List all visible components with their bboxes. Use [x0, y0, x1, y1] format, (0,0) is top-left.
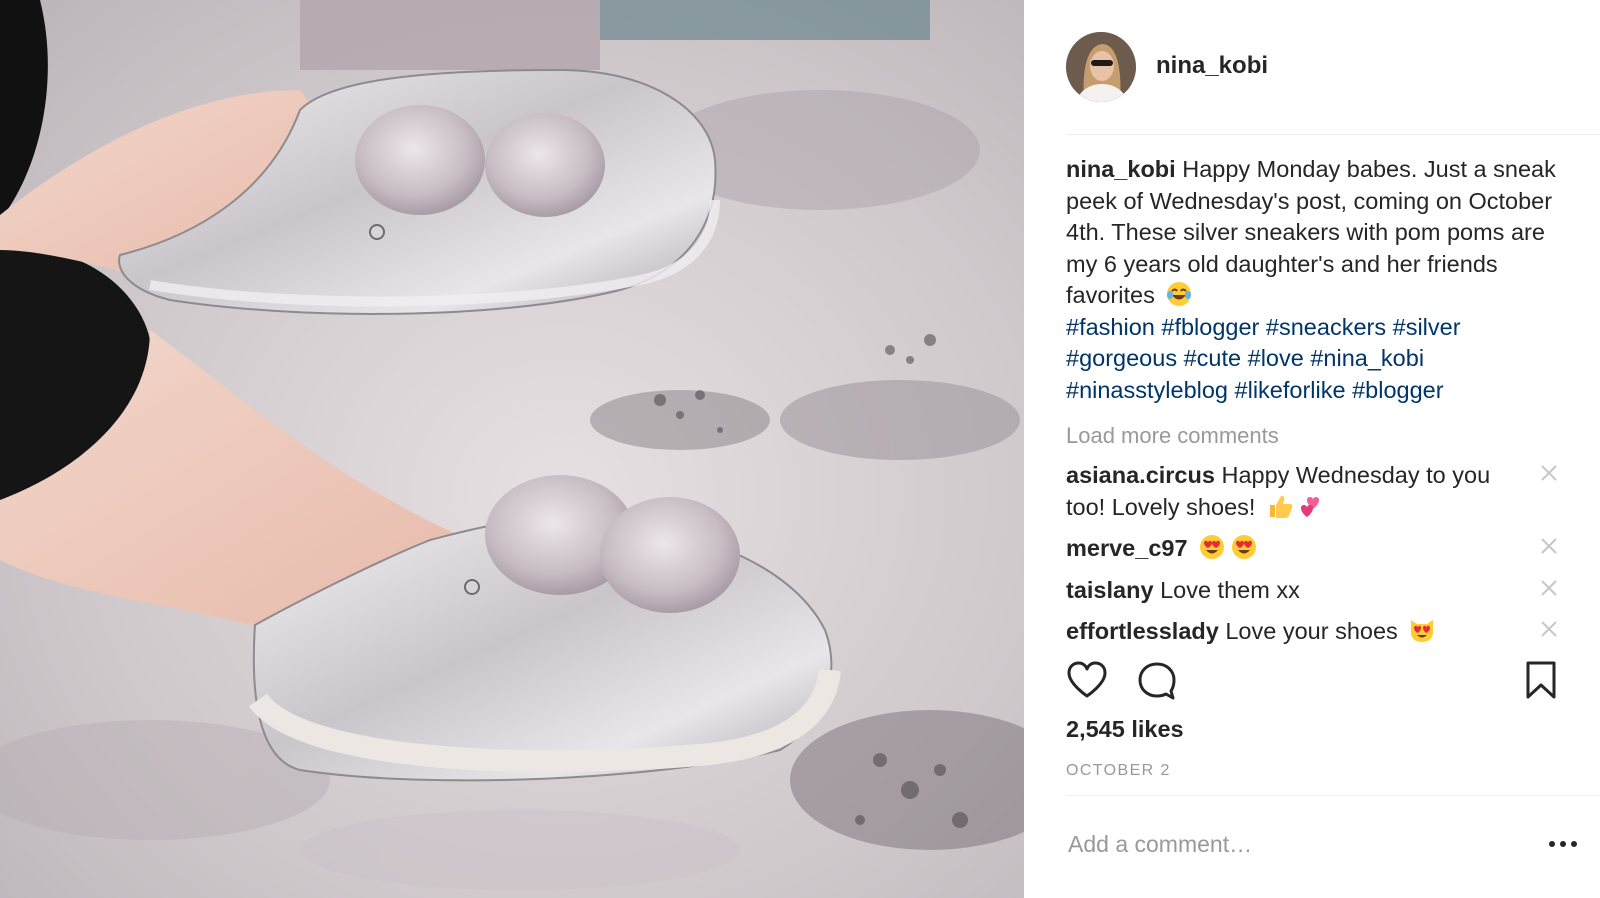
more-options-icon[interactable]: [1546, 836, 1580, 852]
heart-eyes-cat-emoji: [1411, 620, 1434, 642]
action-bar: [1066, 660, 1600, 710]
heart-icon[interactable]: [1066, 660, 1108, 700]
comment-item: effortlesslady Love your shoes: [1066, 616, 1566, 647]
comment-username[interactable]: taislany: [1066, 577, 1154, 603]
likes-count[interactable]: 2,545 likes: [1066, 716, 1184, 743]
load-more-comments-link[interactable]: Load more comments: [1066, 416, 1566, 456]
close-icon[interactable]: [1538, 462, 1560, 484]
close-icon[interactable]: [1538, 618, 1560, 640]
comment-username[interactable]: effortlesslady: [1066, 618, 1219, 644]
header-divider: [1066, 134, 1600, 135]
comment-item: asiana.circus Happy Wednesday to you too…: [1066, 460, 1566, 523]
post-header: nina_kobi: [1066, 30, 1600, 104]
comments-list[interactable]: nina_kobi Happy Monday babes. Just a sne…: [1066, 150, 1566, 647]
avatar[interactable]: [1066, 32, 1136, 102]
comment-item: taislany Love them xx: [1066, 575, 1566, 607]
hashtag[interactable]: #gorgeous: [1066, 345, 1177, 371]
comment-icon[interactable]: [1136, 660, 1178, 702]
hashtag[interactable]: #fblogger: [1161, 314, 1259, 340]
post-caption: nina_kobi Happy Monday babes. Just a sne…: [1066, 154, 1566, 406]
comment-text: Love them xx: [1160, 576, 1300, 603]
close-icon[interactable]: [1538, 577, 1560, 599]
post-sidebar: nina_kobi nina_kobi Happy Monday babes. …: [1024, 0, 1600, 898]
bookmark-icon[interactable]: [1524, 660, 1558, 700]
post-date: OCTOBER 2: [1066, 762, 1171, 779]
caption-username[interactable]: nina_kobi: [1066, 156, 1176, 182]
instagram-post: nina_kobi nina_kobi Happy Monday babes. …: [0, 0, 1600, 898]
post-username[interactable]: nina_kobi: [1156, 52, 1268, 80]
comment-username[interactable]: merve_c97: [1066, 535, 1188, 561]
comment-text: Love your shoes: [1225, 618, 1398, 644]
sneakers-photo: [0, 0, 1024, 898]
hashtag[interactable]: #nina_kobi: [1310, 345, 1424, 371]
hashtag[interactable]: #blogger: [1352, 377, 1443, 403]
close-icon[interactable]: [1538, 535, 1560, 557]
hashtag[interactable]: #fashion: [1066, 314, 1155, 340]
hashtag[interactable]: #sneackers: [1266, 314, 1386, 340]
face-with-tears-of-joy-emoji: [1167, 282, 1192, 306]
hashtag[interactable]: #silver: [1393, 314, 1461, 340]
comment-username[interactable]: asiana.circus: [1066, 462, 1215, 488]
hashtag[interactable]: #likeforlike: [1235, 377, 1346, 403]
hearts-emoji: [1300, 496, 1319, 517]
hashtag[interactable]: #ninasstyleblog: [1066, 377, 1228, 403]
heart-eyes-emoji: [1200, 535, 1225, 559]
post-photo[interactable]: [0, 0, 1024, 898]
avatar-image: [1066, 32, 1136, 102]
heart-eyes-emoji: [1232, 535, 1257, 559]
thumbs-up-emoji: [1269, 495, 1293, 518]
add-comment-input[interactable]: [1068, 826, 1498, 862]
hashtag[interactable]: #cute: [1184, 345, 1242, 371]
hashtag[interactable]: #love: [1248, 345, 1304, 371]
comment-item: merve_c97: [1066, 533, 1566, 565]
footer-divider: [1066, 795, 1600, 796]
